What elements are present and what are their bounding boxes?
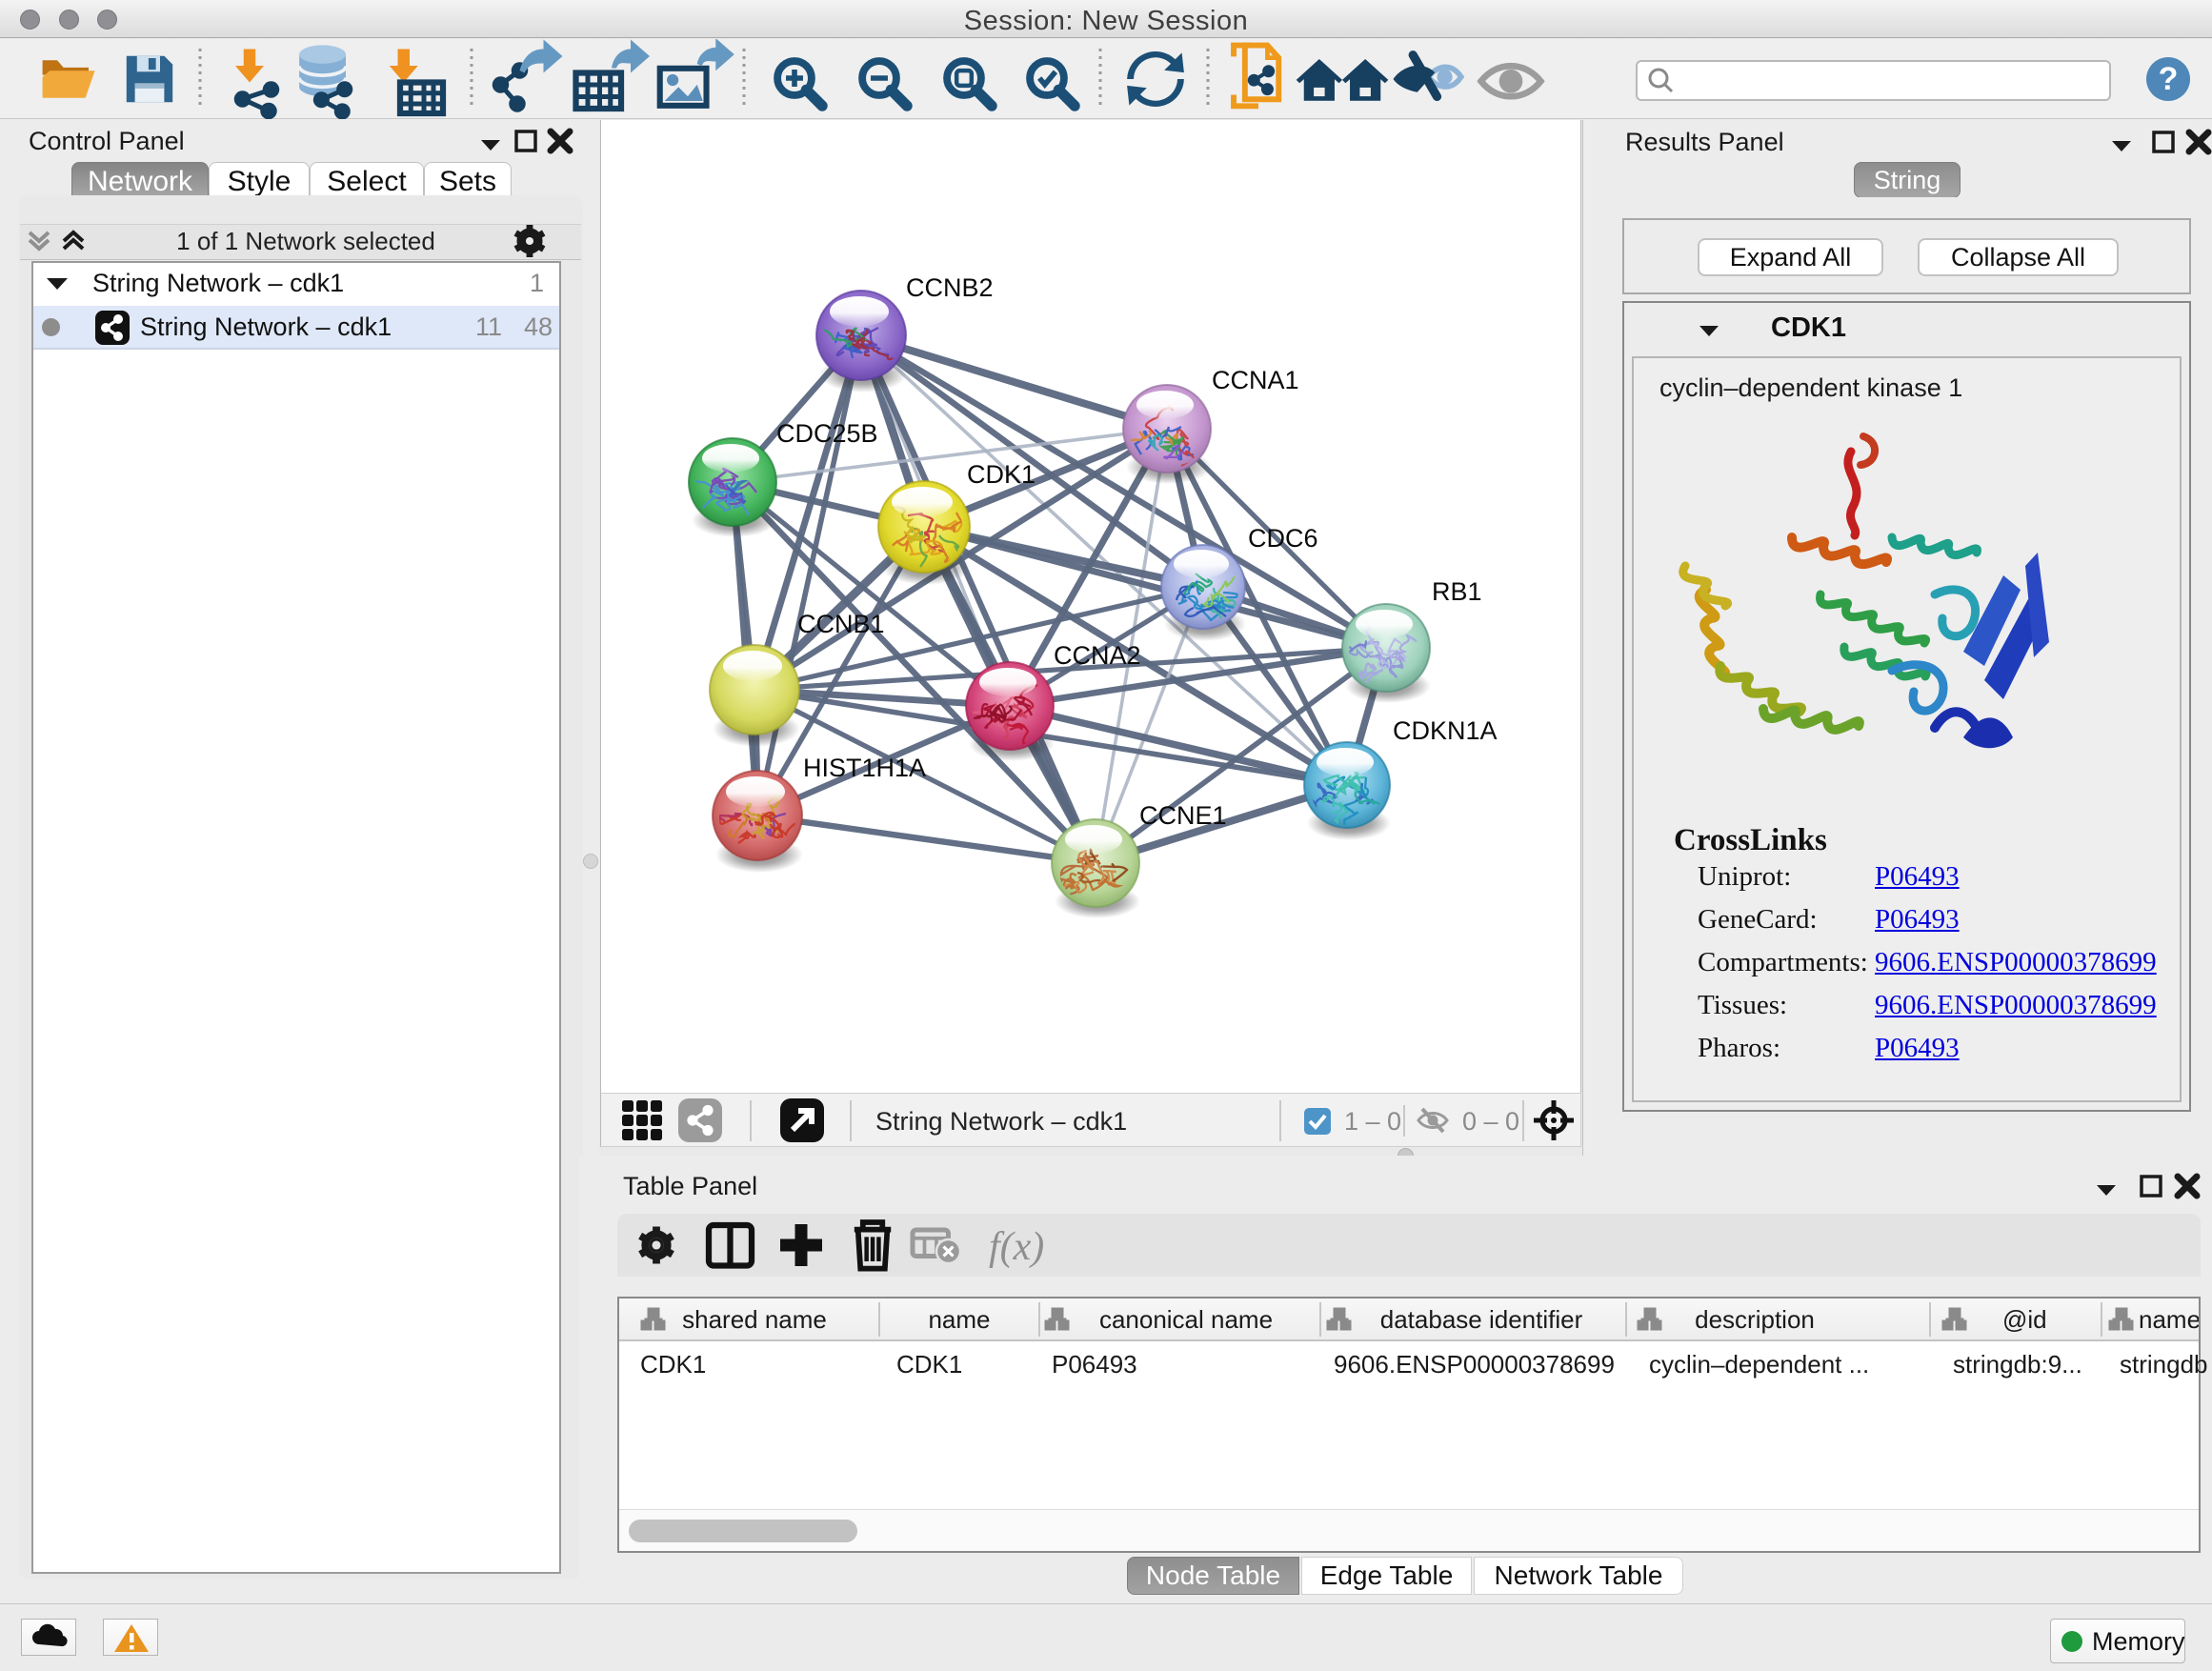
svg-text:RB1: RB1 [1432,577,1482,606]
svg-text:CCNA2: CCNA2 [1054,641,1141,670]
svg-text:CDC6: CDC6 [1248,524,1318,553]
svg-text:1 of 1 Network selected: 1 of 1 Network selected [176,227,435,255]
svg-text:HIST1H1A: HIST1H1A [803,754,926,782]
svg-text:f(x): f(x) [989,1225,1044,1269]
svg-text:CDKN1A: CDKN1A [1393,716,1498,745]
svg-text:CDC25B: CDC25B [776,419,878,448]
svg-text:CCNE1: CCNE1 [1139,801,1227,830]
svg-text:@id: @id [2002,1305,2047,1334]
svg-text:CCNA1: CCNA1 [1212,366,1299,394]
svg-text:0 – 0: 0 – 0 [1462,1107,1519,1136]
svg-text:1 – 0: 1 – 0 [1344,1107,1401,1136]
svg-text:description: description [1695,1305,1815,1334]
svg-text:CCNB1: CCNB1 [797,610,885,638]
svg-text:String Network – cdk1: String Network – cdk1 [875,1107,1127,1136]
svg-text:CCNB2: CCNB2 [906,273,994,302]
svg-text:name: name [928,1305,990,1334]
svg-text:shared name: shared name [682,1305,827,1334]
svg-text:canonical name: canonical name [1099,1305,1273,1334]
svg-text:database identifier: database identifier [1380,1305,1583,1334]
svg-text:namespac: namespac [2139,1305,2199,1334]
svg-text:CDK1: CDK1 [967,460,1036,489]
